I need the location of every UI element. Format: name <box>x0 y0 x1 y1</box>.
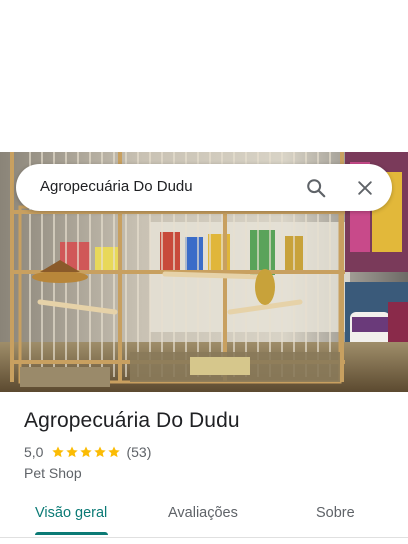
search-input[interactable]: Agropecuária Do Dudu <box>40 178 193 195</box>
star-icon <box>108 446 121 458</box>
place-page: Agropecuária Do Dudu Agropecuária Do Dud… <box>0 0 408 544</box>
tab-reviews[interactable]: Avaliações <box>168 505 238 521</box>
star-icon <box>80 446 93 458</box>
star-icon <box>52 446 65 458</box>
star-icon <box>94 446 107 458</box>
place-category[interactable]: Pet Shop <box>24 465 82 481</box>
tab-bar: Visão geral Avaliações Sobre <box>0 494 408 538</box>
tab-about[interactable]: Sobre <box>316 505 355 521</box>
tab-overview[interactable]: Visão geral <box>35 505 107 521</box>
search-button[interactable] <box>302 174 330 202</box>
place-title: Agropecuária Do Dudu <box>24 409 240 432</box>
active-tab-indicator <box>35 532 108 535</box>
rating-row[interactable]: 5,0 (53) <box>24 444 151 460</box>
search-icon <box>307 179 326 198</box>
star-rating <box>51 445 121 459</box>
close-icon <box>358 181 372 195</box>
close-button[interactable] <box>351 174 379 202</box>
review-count[interactable]: (53) <box>126 444 151 460</box>
rating-value: 5,0 <box>24 444 44 460</box>
star-icon <box>66 446 79 458</box>
search-bar[interactable]: Agropecuária Do Dudu <box>16 164 392 211</box>
